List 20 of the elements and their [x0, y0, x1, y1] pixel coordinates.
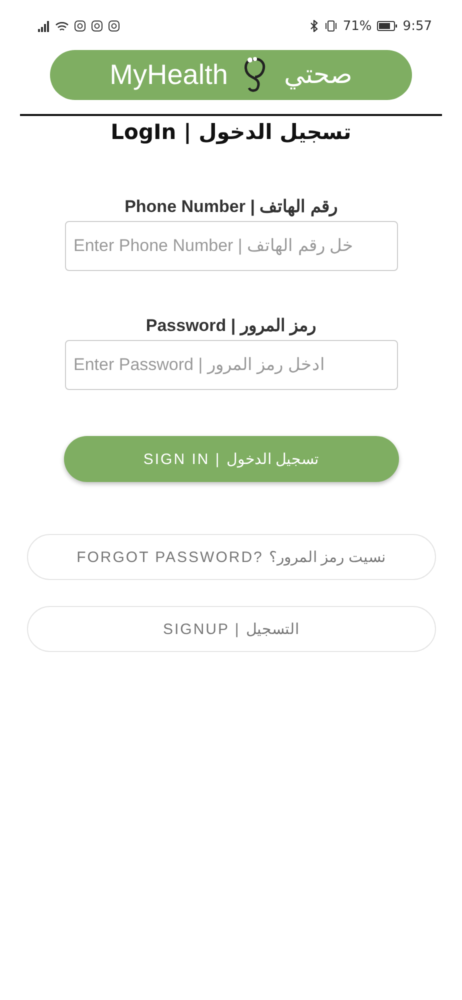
- link-button[interactable]: FORGOT PASSWORD? نسيت رمز المرور؟: [26, 534, 436, 580]
- page-title: LogIn | تسجيل الدخول: [110, 120, 352, 144]
- battery-percent: 71%: [342, 18, 372, 34]
- signal-icon: [38, 20, 50, 32]
- sign-in-button[interactable]: SIGN IN | تسجيل الدخول: [64, 436, 398, 482]
- bluetooth-icon: [308, 20, 319, 32]
- instagram-icon: [91, 20, 103, 32]
- input-field[interactable]: Enter Password | ادخل رمز المرور: [64, 340, 398, 390]
- wifi-icon: [55, 20, 69, 32]
- field-label: Phone Number | رقم الهاتف: [124, 196, 338, 217]
- logo-text: صحتي: [284, 60, 352, 90]
- battery-icon: [376, 20, 398, 32]
- clock-time: 9:57: [402, 18, 432, 34]
- vibrate-icon: [324, 20, 338, 32]
- instagram-icon: [108, 20, 120, 32]
- input-field[interactable]: Enter Phone Number | خل رقم الهاتف: [64, 221, 398, 271]
- logo-text: MyHealth: [110, 59, 228, 91]
- instagram-icon: [74, 20, 86, 32]
- field-label: Password | رمز المرور: [146, 315, 316, 336]
- link-button[interactable]: SIGNUP | التسجيل: [26, 606, 436, 652]
